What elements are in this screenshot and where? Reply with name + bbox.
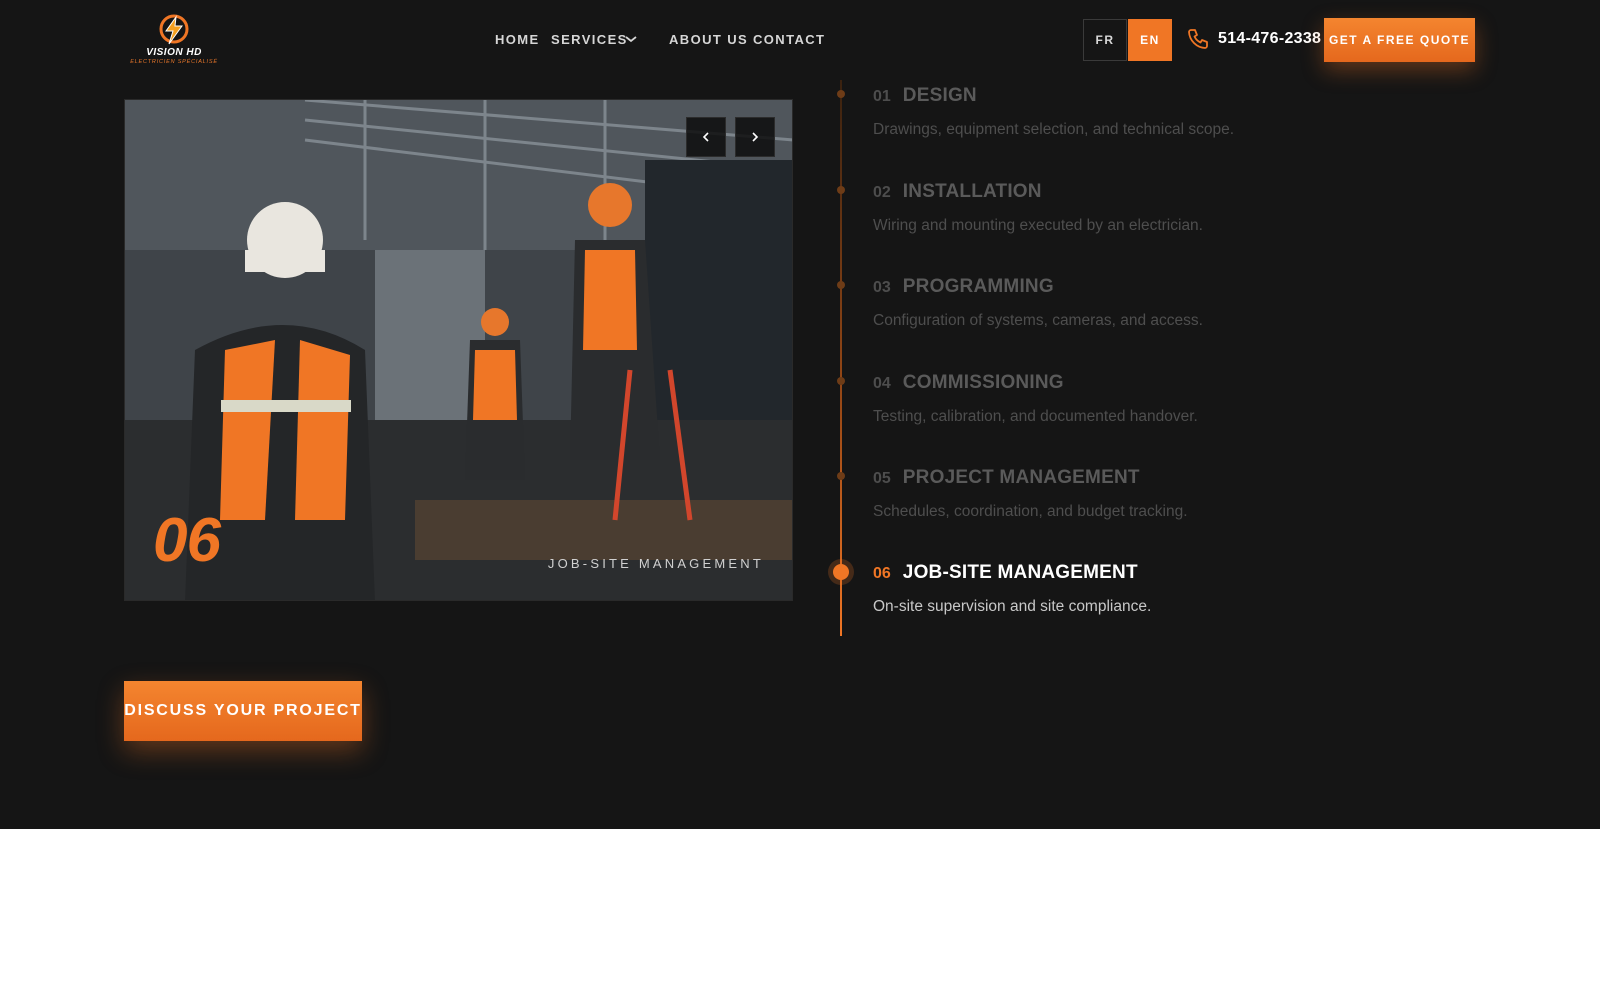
step-description: On-site supervision and site compliance. <box>873 598 1152 615</box>
step-title: DESIGN <box>902 85 977 106</box>
step-description: Drawings, equipment selection, and techn… <box>873 121 1235 138</box>
get-quote-button[interactable]: GET A FREE QUOTE <box>1324 18 1475 62</box>
step-title: PROJECT MANAGEMENT <box>902 467 1140 488</box>
slide-caption: JOB-SITE MANAGEMENT <box>547 556 764 571</box>
step-title: JOB-SITE MANAGEMENT <box>902 562 1138 583</box>
step-number: 06 <box>873 565 891 582</box>
lang-fr-button[interactable]: FR <box>1083 19 1127 61</box>
nav-about-us[interactable]: ABOUT US <box>669 32 748 47</box>
step-commissioning[interactable]: 04 COMMISSIONING Testing, calibration, a… <box>873 372 1493 426</box>
step-number: 04 <box>873 375 891 392</box>
nav-contact[interactable]: CONTACT <box>753 32 825 47</box>
slider-prev-button[interactable] <box>686 117 726 157</box>
chevron-right-icon <box>752 132 759 142</box>
step-number: 03 <box>873 279 891 296</box>
discuss-project-button[interactable]: DISCUSS YOUR PROJECT <box>124 681 362 741</box>
step-title: COMMISSIONING <box>902 372 1064 393</box>
step-description: Configuration of systems, cameras, and a… <box>873 312 1203 329</box>
timeline-dot <box>837 281 845 289</box>
brand-tagline: ELECTRICIEN SPÉCIALISÉ <box>130 59 218 65</box>
timeline-dot <box>837 186 845 194</box>
step-programming[interactable]: 03 PROGRAMMING Configuration of systems,… <box>873 276 1493 330</box>
step-description: Schedules, coordination, and budget trac… <box>873 503 1188 520</box>
nav-services[interactable]: SERVICES <box>551 32 628 47</box>
step-title: PROGRAMMING <box>902 276 1054 297</box>
logo[interactable]: VISION HD ELECTRICIEN SPÉCIALISÉ <box>123 14 225 66</box>
timeline-dot <box>837 472 845 480</box>
phone-number-link[interactable]: 514-476-2338 <box>1218 30 1321 48</box>
timeline-line <box>840 80 842 636</box>
timeline-dot <box>837 90 845 98</box>
slide-number: 06 <box>153 506 221 575</box>
slider-card: 06 JOB-SITE MANAGEMENT <box>124 99 793 601</box>
step-number: 02 <box>873 184 891 201</box>
nav-home[interactable]: HOME <box>495 32 540 47</box>
step-design[interactable]: 01 DESIGN Drawings, equipment selection,… <box>873 85 1493 139</box>
step-job-site-management[interactable]: 06 JOB-SITE MANAGEMENT On-site supervisi… <box>873 562 1493 616</box>
lightning-bolt-icon <box>159 14 189 45</box>
step-number: 05 <box>873 470 891 487</box>
step-number: 01 <box>873 88 891 105</box>
step-installation[interactable]: 02 INSTALLATION Wiring and mounting exec… <box>873 181 1493 235</box>
brand-name: VISION HD <box>146 47 202 58</box>
job-site-photo <box>125 100 792 600</box>
slider-next-button[interactable] <box>735 117 775 157</box>
phone-icon[interactable] <box>1186 27 1210 51</box>
step-title: INSTALLATION <box>902 181 1042 202</box>
lang-en-button[interactable]: EN <box>1128 19 1172 61</box>
chevron-down-icon[interactable] <box>624 34 638 44</box>
timeline-dot-active <box>833 564 849 580</box>
next-section <box>0 829 1600 1000</box>
step-project-management[interactable]: 05 PROJECT MANAGEMENT Schedules, coordin… <box>873 467 1493 521</box>
timeline-dot <box>837 377 845 385</box>
step-description: Wiring and mounting executed by an elect… <box>873 217 1203 234</box>
chevron-left-icon <box>702 132 709 142</box>
step-description: Testing, calibration, and documented han… <box>873 408 1198 425</box>
